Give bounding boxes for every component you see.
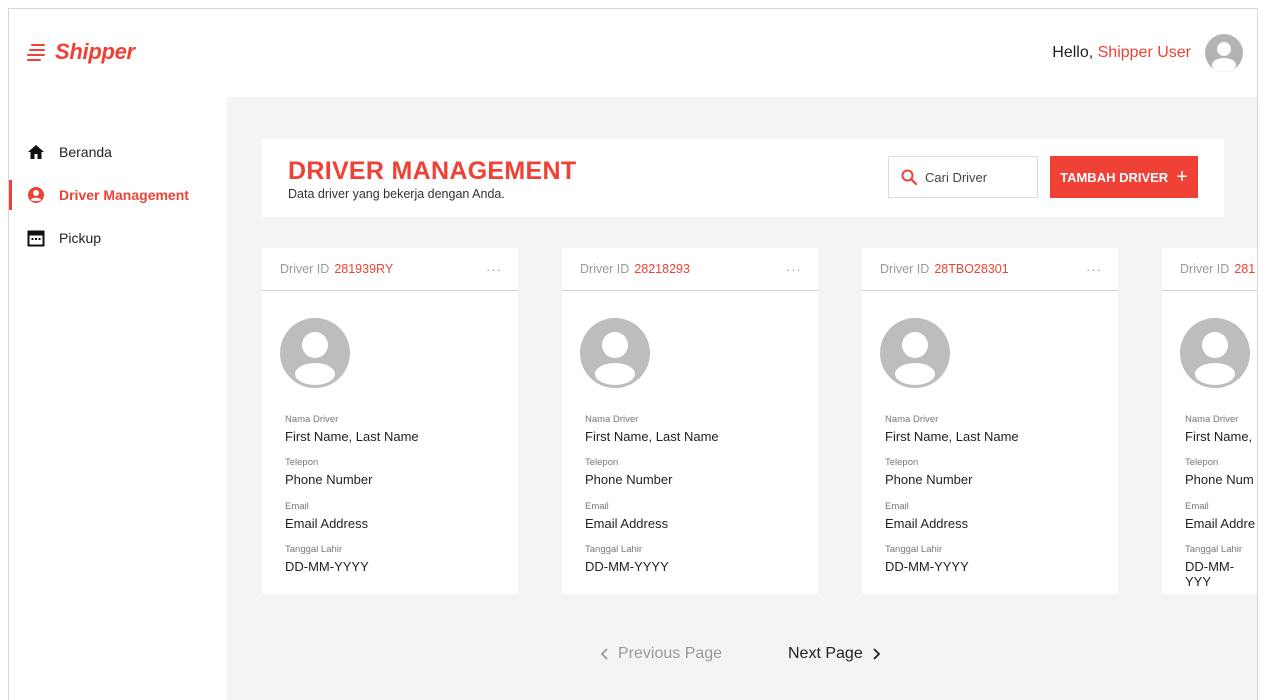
card-header: Driver ID 28TBO28301 ··· [862, 248, 1118, 291]
driver-email: Email Address [285, 516, 369, 531]
driver-phone: Phone Num [1185, 472, 1254, 487]
driver-avatar [280, 318, 350, 388]
logo-icon [27, 43, 47, 61]
logo-text: Shipper [55, 39, 135, 64]
driver-avatar [880, 318, 950, 388]
driver-card: Driver ID 28218293 ··· Nama Driver First… [562, 248, 818, 594]
sidebar-item-label: Driver Management [59, 187, 189, 203]
email-label: Email [885, 501, 909, 512]
name-label: Nama Driver [885, 414, 939, 425]
add-driver-button[interactable]: TAMBAH DRIVER + [1050, 156, 1198, 198]
driver-id: 28TBO28301 [934, 262, 1009, 276]
email-label: Email [1185, 501, 1209, 512]
user-avatar-icon [1212, 42, 1236, 72]
driver-id: 281 [1234, 262, 1256, 276]
driver-id-label: Driver ID [280, 262, 330, 276]
calendar-icon [27, 230, 45, 247]
app-window: Shipper Hello, Shipper User Beranda Driv… [8, 8, 1258, 700]
driver-name: First Name, Last Name [585, 429, 719, 444]
driver-name: First Name, Last Name [885, 429, 1019, 444]
main-content: DRIVER MANAGEMENT Data driver yang beker… [227, 97, 1257, 700]
search-input[interactable] [925, 169, 1025, 185]
driver-card: Driver ID 281 Nama Driver First Name, Te… [1162, 248, 1257, 594]
previous-page-button[interactable]: Previous Page [600, 645, 722, 663]
user-greeting: Hello, Shipper User [1052, 44, 1191, 62]
next-page-button[interactable]: Next Page [788, 645, 881, 663]
driver-avatar-icon [295, 332, 335, 385]
name-label: Nama Driver [1185, 414, 1239, 425]
driver-name: First Name, Last Name [285, 429, 419, 444]
dob-label: Tanggal Lahir [1185, 544, 1243, 555]
driver-id: 28218293 [634, 262, 690, 276]
sidebar-item-beranda[interactable]: Beranda [9, 137, 227, 167]
next-page-label: Next Page [788, 645, 863, 662]
driver-email: Email Address [585, 516, 669, 531]
greeting-text: Hello, [1052, 44, 1094, 61]
dob-label: Tanggal Lahir [285, 544, 343, 555]
driver-dob: DD-MM-YYY [1185, 559, 1235, 589]
more-options-icon[interactable]: ··· [486, 262, 502, 277]
name-label: Nama Driver [585, 414, 639, 425]
driver-dob: DD-MM-YYYY [285, 559, 369, 574]
top-bar: Shipper Hello, Shipper User [9, 9, 1257, 97]
phone-label: Telepon [1185, 457, 1219, 468]
driver-dob: DD-MM-YYYY [885, 559, 969, 574]
phone-label: Telepon [885, 457, 919, 468]
chevron-right-icon [873, 648, 880, 660]
driver-dob: DD-MM-YYYY [585, 559, 669, 574]
more-options-icon[interactable]: ··· [1086, 262, 1102, 277]
driver-card: Driver ID 281939RY ··· Nama Driver First… [262, 248, 518, 594]
driver-email: Email Addre [1185, 516, 1256, 531]
driver-id-label: Driver ID [1180, 262, 1230, 276]
logo[interactable]: Shipper [27, 39, 135, 65]
search-icon [901, 169, 917, 185]
user-circle-icon [28, 187, 44, 203]
driver-phone: Phone Number [285, 472, 373, 487]
add-driver-label: TAMBAH DRIVER [1060, 169, 1169, 185]
card-header: Driver ID 281939RY ··· [262, 248, 518, 291]
plus-icon: + [1176, 166, 1188, 188]
page-title: DRIVER MANAGEMENT [288, 157, 577, 185]
user-name[interactable]: Shipper User [1098, 44, 1191, 61]
driver-email: Email Address [885, 516, 969, 531]
email-label: Email [285, 501, 309, 512]
email-label: Email [585, 501, 609, 512]
more-options-icon[interactable]: ··· [786, 262, 802, 277]
driver-card: Driver ID 28TBO28301 ··· Nama Driver Fir… [862, 248, 1118, 594]
search-box[interactable] [888, 156, 1038, 198]
sidebar-item-driver-management[interactable]: Driver Management [9, 180, 227, 210]
driver-id: 281939RY [334, 262, 394, 276]
driver-avatar-icon [1195, 332, 1235, 385]
user-avatar[interactable] [1205, 34, 1243, 72]
name-label: Nama Driver [285, 414, 339, 425]
sidebar-item-label: Pickup [59, 230, 102, 246]
chevron-left-icon [600, 648, 608, 660]
driver-id-label: Driver ID [580, 262, 630, 276]
page-subtitle: Data driver yang bekerja dengan Anda. [288, 187, 505, 201]
home-icon [28, 145, 44, 159]
sidebar: Beranda Driver Management Pickup [9, 97, 227, 700]
driver-name: First Name, [1185, 429, 1253, 444]
dob-label: Tanggal Lahir [585, 544, 643, 555]
phone-label: Telepon [285, 457, 319, 468]
driver-avatar-icon [595, 332, 635, 385]
driver-phone: Phone Number [885, 472, 973, 487]
driver-avatar [580, 318, 650, 388]
driver-id-label: Driver ID [880, 262, 930, 276]
page-header: DRIVER MANAGEMENT Data driver yang beker… [262, 139, 1224, 217]
card-header: Driver ID 28218293 ··· [562, 248, 818, 291]
driver-avatar-icon [895, 332, 935, 385]
sidebar-item-pickup[interactable]: Pickup [9, 223, 227, 253]
previous-page-label: Previous Page [618, 645, 723, 662]
dob-label: Tanggal Lahir [885, 544, 943, 555]
phone-label: Telepon [585, 457, 619, 468]
sidebar-item-label: Beranda [59, 144, 112, 160]
driver-phone: Phone Number [585, 472, 673, 487]
card-header: Driver ID 281 [1162, 248, 1257, 291]
driver-avatar [1180, 318, 1250, 388]
